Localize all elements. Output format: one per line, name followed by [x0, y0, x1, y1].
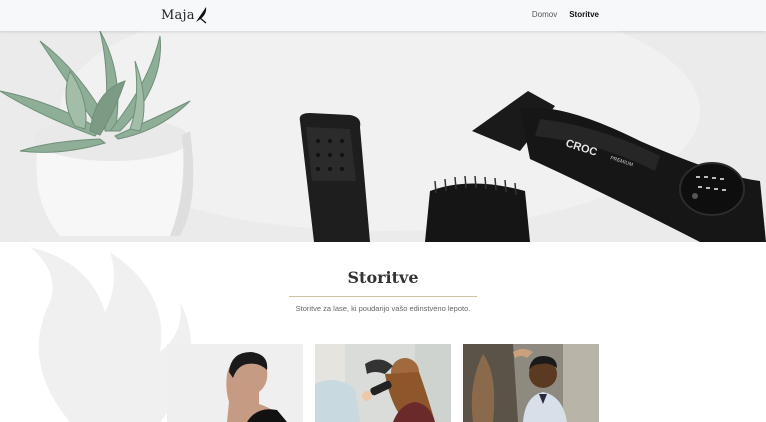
nav-link-domov[interactable]: Domov — [532, 10, 557, 19]
section-title: Storitve — [347, 268, 419, 287]
service-card-kids-haircut[interactable] — [463, 344, 599, 422]
hero-image: CROC PREMIUM — [0, 31, 766, 242]
service-image — [167, 344, 303, 422]
main-nav: Domov Storitve — [532, 10, 599, 19]
site-logo[interactable]: Maja — [161, 5, 208, 25]
title-divider — [289, 296, 477, 297]
service-card-mens-haircut[interactable] — [167, 344, 303, 422]
site-header: Maja Domov Storitve — [0, 0, 766, 31]
service-card-hair-styling[interactable] — [315, 344, 451, 422]
section-subtitle: Storitve za lase, ki poudarijo vašo edin… — [295, 304, 471, 313]
logo-text: Maja — [161, 7, 195, 23]
service-image — [315, 344, 451, 422]
feather-icon — [195, 7, 207, 24]
service-image — [463, 344, 599, 422]
services-gallery — [167, 344, 599, 422]
nav-link-storitve[interactable]: Storitve — [569, 10, 599, 19]
